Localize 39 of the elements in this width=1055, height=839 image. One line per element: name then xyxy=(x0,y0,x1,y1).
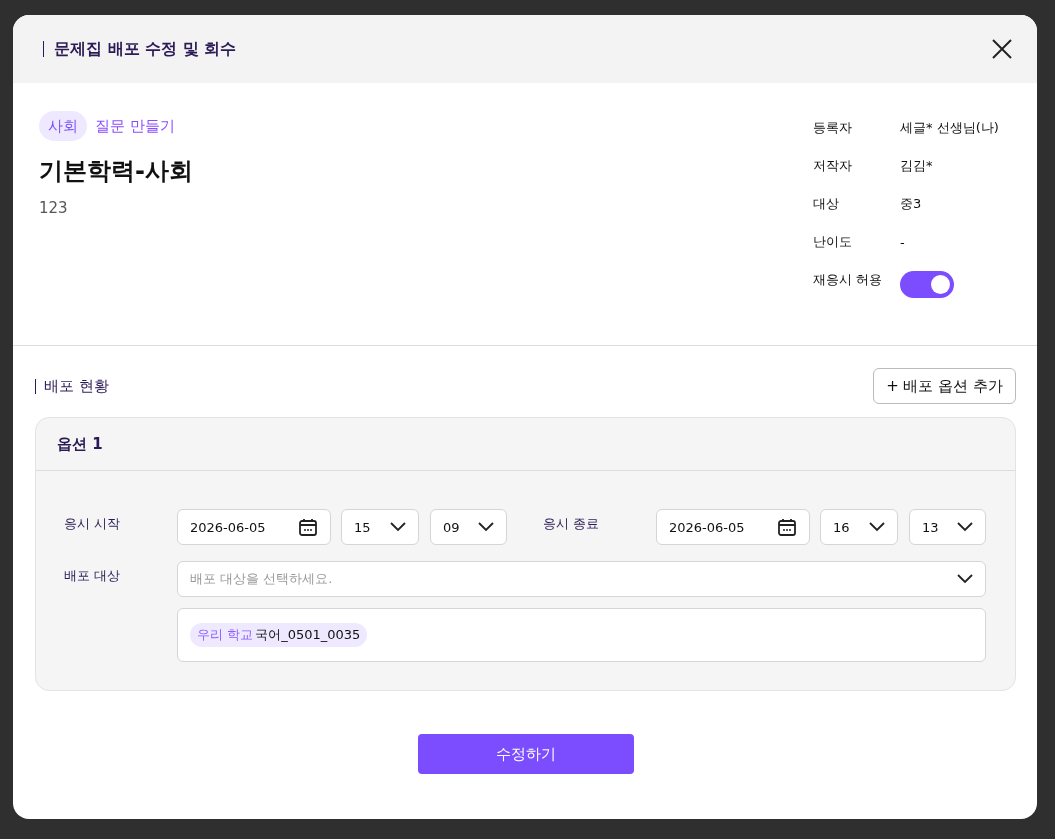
create-question-link[interactable]: 질문 만들기 xyxy=(95,116,175,136)
info-label: 저작자 xyxy=(813,157,853,175)
chevron-down-icon xyxy=(957,574,973,584)
retake-toggle[interactable] xyxy=(900,270,954,298)
info-value: 중3 xyxy=(900,195,922,213)
workbook-title: 기본학력-사회 xyxy=(39,156,193,187)
dialog-title: 문제집 배포 수정 및 회수 xyxy=(43,41,237,57)
calendar-icon xyxy=(777,517,797,537)
field-label: 배포 대상 xyxy=(64,567,122,585)
target-chip[interactable]: 우리 학교 국어_0501_0035 xyxy=(190,623,368,647)
workbook-description: 123 xyxy=(39,199,69,217)
chevron-down-icon xyxy=(869,522,885,532)
option-title: 옵션 1 xyxy=(57,434,103,454)
chip-school: 우리 학교 xyxy=(197,626,254,644)
info-label: 등록자 xyxy=(813,119,853,137)
date-field[interactable]: 2026-06-05 xyxy=(656,509,810,545)
retake-label: 재응시 허용 xyxy=(813,271,884,289)
add-option-button[interactable]: + 배포 옵션 추가 xyxy=(873,368,1016,404)
close-icon[interactable] xyxy=(991,38,1013,60)
submit-button[interactable]: 수정하기 xyxy=(417,734,634,774)
subject-tag: 사회 xyxy=(39,111,87,141)
info-label: 대상 xyxy=(813,195,840,213)
chevron-down-icon xyxy=(478,522,494,532)
info-value: 김김* xyxy=(900,157,933,175)
section-title: 배포 현황 xyxy=(35,378,109,394)
chip-class: 국어_0501_0035 xyxy=(255,626,361,644)
chevron-down-icon xyxy=(957,522,973,532)
hour-select[interactable]: 15 xyxy=(341,509,419,545)
field-label: 응시 종료 xyxy=(543,515,601,533)
chevron-down-icon xyxy=(390,522,406,532)
date-field[interactable]: 2026-06-05 xyxy=(177,509,331,545)
info-value: - xyxy=(900,234,905,250)
field-label: 응시 시작 xyxy=(64,515,122,533)
info-value: 세글* 선생님(나) xyxy=(900,119,999,137)
hour-select[interactable]: 16 xyxy=(820,509,898,545)
info-label: 난이도 xyxy=(813,233,853,251)
minute-select[interactable]: 13 xyxy=(909,509,986,545)
minute-select[interactable]: 09 xyxy=(430,509,507,545)
calendar-icon xyxy=(298,517,318,537)
